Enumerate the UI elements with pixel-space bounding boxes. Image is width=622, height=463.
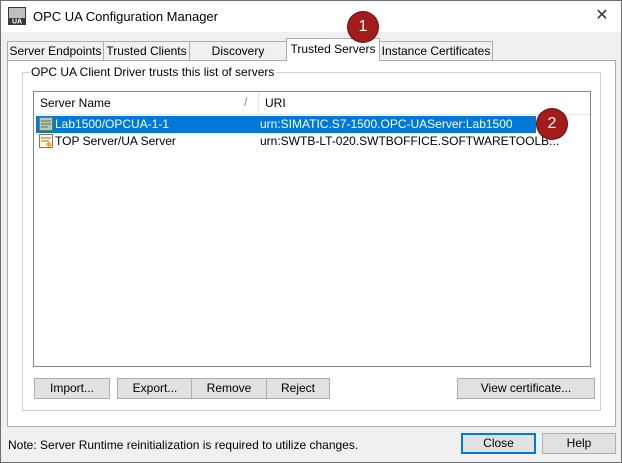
trusted-certificate-icon	[39, 134, 53, 148]
view-certificate-button[interactable]: View certificate...	[457, 378, 595, 399]
tab-discovery-servers[interactable]: Discovery Servers	[189, 41, 287, 76]
column-header-uri[interactable]: URI	[259, 92, 579, 114]
export-button-label: Export...	[132, 381, 178, 395]
group-label: OPC UA Client Driver trusts this list of…	[29, 65, 277, 79]
list-row[interactable]: TOP Server/UA Server urn:SWTB-LT-020.SWT…	[36, 133, 576, 150]
close-window-icon[interactable]: ✕	[589, 4, 615, 28]
help-button-label: Help	[566, 436, 592, 450]
server-name-cell: Lab1500/OPCUA-1-1	[55, 117, 170, 131]
uri-cell: urn:SWTB-LT-020.SWTBOFFICE.SOFTWARETOOLB…	[260, 134, 560, 148]
import-button-label: Import...	[49, 381, 94, 395]
import-button[interactable]: Import...	[34, 378, 110, 399]
remove-button[interactable]: Remove	[191, 378, 267, 399]
help-button[interactable]: Help	[542, 433, 616, 454]
column-resize-icon: /	[244, 95, 248, 109]
list-row-selected[interactable]: Lab1500/OPCUA-1-1 urn:SIMATIC.S7-1500.OP…	[36, 116, 536, 133]
tab-trusted-clients[interactable]: Trusted Clients	[103, 41, 190, 60]
trusted-servers-list[interactable]: Server Name / URI Lab1500/OPCUA-1-1 urn:…	[33, 91, 591, 367]
window-title: OPC UA Configuration Manager	[33, 9, 218, 24]
reject-button[interactable]: Reject	[266, 378, 330, 399]
close-button[interactable]: Close	[461, 433, 536, 454]
column-header-server-name[interactable]: Server Name	[34, 92, 258, 114]
tab-server-endpoints[interactable]: Server Endpoints	[7, 41, 104, 60]
title-bar: UA OPC UA Configuration Manager ✕	[1, 1, 621, 32]
ua-app-icon: UA	[8, 7, 26, 25]
callout-badge-1: 1	[348, 12, 378, 42]
server-name-cell: TOP Server/UA Server	[55, 134, 176, 148]
close-button-label: Close	[483, 436, 514, 450]
rejected-certificate-icon	[39, 117, 53, 131]
export-button[interactable]: Export...	[117, 378, 193, 399]
configuration-manager-window: UA OPC UA Configuration Manager ✕ Server…	[0, 0, 622, 463]
uri-cell: urn:SIMATIC.S7-1500.OPC-UAServer:Lab1500	[260, 117, 513, 131]
trusted-servers-panel: OPC UA Client Driver trusts this list of…	[7, 60, 616, 427]
list-header: Server Name / URI	[34, 92, 590, 115]
trusted-servers-group: OPC UA Client Driver trusts this list of…	[22, 65, 601, 411]
tab-instance-certificates[interactable]: Instance Certificates	[379, 41, 493, 60]
reject-button-label: Reject	[280, 381, 315, 395]
callout-badge-2: 2	[537, 109, 567, 139]
remove-button-label: Remove	[206, 381, 252, 395]
reinitialization-note: Note: Server Runtime reinitialization is…	[8, 438, 359, 452]
svg-text:UA: UA	[12, 19, 22, 26]
view-certificate-button-label: View certificate...	[480, 381, 572, 395]
